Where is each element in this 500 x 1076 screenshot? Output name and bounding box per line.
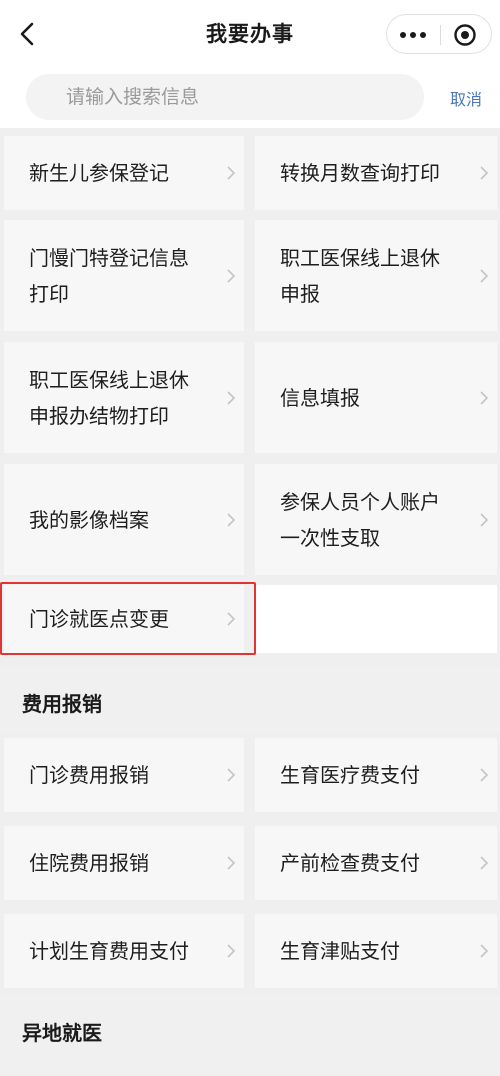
service-item-image-archive[interactable]: 我的影像档案 — [4, 464, 244, 575]
search-input[interactable] — [66, 74, 406, 120]
service-label: 新生儿参保登记 — [29, 161, 169, 185]
service-label: 我的影像档案 — [29, 507, 149, 532]
service-item-prenatal-check[interactable]: 产前检查费支付 — [255, 826, 497, 900]
search-row: 取消 — [0, 72, 500, 126]
service-grid: 新生儿参保登记 转换月数查询打印 门慢门特登记信息打印 职工医保线上退休申报 职… — [0, 128, 500, 668]
section-header-expense-reimbursement: 费用报销 — [0, 668, 500, 732]
cancel-button[interactable]: 取消 — [450, 86, 482, 110]
service-label: 参保人员个人账户一次性支取 — [280, 489, 440, 550]
service-label: 门诊就医点变更 — [29, 607, 169, 631]
chevron-right-icon — [227, 944, 236, 958]
close-mini-program-icon[interactable] — [453, 23, 477, 47]
service-label: 职工医保线上退休申报办结物打印 — [29, 367, 189, 428]
chevron-right-icon — [227, 612, 236, 626]
service-item-account-withdrawal[interactable]: 参保人员个人账户一次性支取 — [255, 464, 497, 575]
service-label: 生育津贴支付 — [280, 939, 400, 963]
service-label: 产前检查费支付 — [280, 851, 420, 875]
chevron-right-icon — [480, 944, 489, 958]
chevron-right-icon — [227, 856, 236, 870]
service-item-maternity-medical[interactable]: 生育医疗费支付 — [255, 738, 497, 812]
chevron-right-icon — [227, 166, 236, 180]
chevron-right-icon — [480, 768, 489, 782]
expense-grid: 门诊费用报销 生育医疗费支付 住院费用报销 产前检查费支付 计划生育费用支付 生… — [0, 732, 500, 996]
more-dots-icon[interactable] — [397, 27, 429, 43]
service-label: 生育医疗费支付 — [280, 763, 420, 787]
service-label: 门慢门特登记信息打印 — [29, 245, 189, 306]
service-item-online-retirement[interactable]: 职工医保线上退休申报 — [255, 220, 497, 331]
service-item-info-fill[interactable]: 信息填报 — [255, 342, 497, 453]
service-item-inpatient-reimbursement[interactable]: 住院费用报销 — [4, 826, 244, 900]
service-item-chronic-registration-print[interactable]: 门慢门特登记信息打印 — [4, 220, 244, 331]
chevron-right-icon — [480, 268, 489, 283]
service-label: 职工医保线上退休申报 — [280, 245, 440, 306]
chevron-right-icon — [480, 166, 489, 180]
section-header-remote-medical: 异地就医 — [0, 996, 500, 1076]
navigation-bar: 我要办事 — [0, 0, 500, 68]
service-label: 住院费用报销 — [29, 851, 149, 875]
chevron-right-icon — [227, 390, 236, 405]
service-label: 门诊费用报销 — [29, 763, 149, 787]
service-item-maternity-allowance[interactable]: 生育津贴支付 — [255, 914, 497, 988]
service-label: 转换月数查询打印 — [280, 161, 440, 185]
capsule-divider — [440, 25, 441, 45]
chevron-right-icon — [480, 856, 489, 870]
service-item-clinic-change[interactable]: 门诊就医点变更 — [4, 585, 244, 653]
chevron-right-icon — [227, 268, 236, 283]
service-item-family-planning[interactable]: 计划生育费用支付 — [4, 914, 244, 988]
mini-program-capsule — [386, 14, 492, 54]
service-label: 计划生育费用支付 — [29, 939, 189, 963]
service-item-retirement-result-print[interactable]: 职工医保线上退休申报办结物打印 — [4, 342, 244, 453]
service-label: 信息填报 — [280, 385, 360, 410]
search-box — [26, 74, 424, 120]
chevron-right-icon — [480, 390, 489, 405]
service-item-outpatient-reimbursement[interactable]: 门诊费用报销 — [4, 738, 244, 812]
chevron-right-icon — [480, 512, 489, 527]
chevron-right-icon — [227, 512, 236, 527]
empty-grid-cell — [255, 585, 497, 653]
service-item-month-conversion[interactable]: 转换月数查询打印 — [255, 136, 497, 210]
service-item-newborn-insurance[interactable]: 新生儿参保登记 — [4, 136, 244, 210]
chevron-right-icon — [227, 768, 236, 782]
